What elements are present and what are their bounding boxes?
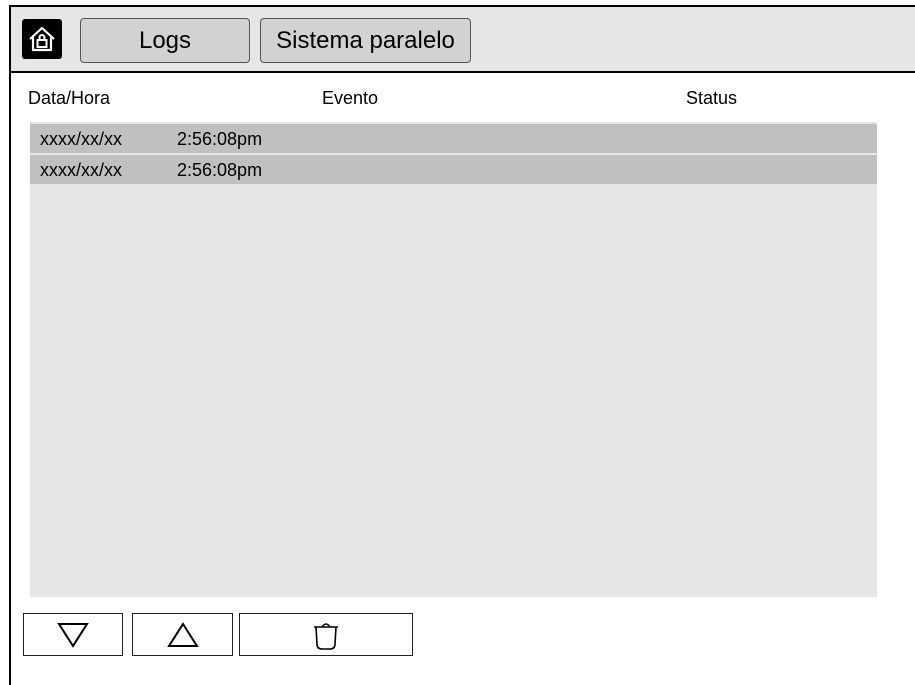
trash-icon — [314, 622, 338, 650]
scroll-down-button[interactable] — [23, 613, 123, 656]
delete-button[interactable] — [239, 613, 413, 656]
tab-logs[interactable]: Logs — [80, 18, 250, 63]
column-header-event: Evento — [322, 88, 379, 108]
row-time: 2:56:08pm — [177, 129, 263, 149]
log-list[interactable]: xxxx/xx/xx 2:56:08pm xxxx/xx/xx 2:56:08p… — [30, 122, 877, 597]
row-date: xxxx/xx/xx — [40, 129, 123, 149]
table-row[interactable]: xxxx/xx/xx 2:56:08pm — [30, 155, 877, 184]
scroll-up-button[interactable] — [132, 613, 233, 656]
top-bar: Logs Sistema paralelo — [11, 7, 915, 73]
triangle-down-icon — [57, 622, 89, 648]
home-lock-icon — [29, 26, 55, 52]
column-header-status: Status — [686, 88, 738, 108]
row-date: xxxx/xx/xx — [40, 160, 123, 180]
triangle-up-icon — [166, 621, 199, 647]
row-time: 2:56:08pm — [177, 160, 263, 180]
screen-frame: Logs Sistema paralelo Data/Hora Evento S… — [9, 5, 915, 685]
tab-sistema-paralelo-label: Sistema paralelo — [276, 26, 455, 54]
column-header-date: Data/Hora — [28, 88, 111, 108]
tab-sistema-paralelo[interactable]: Sistema paralelo — [260, 18, 471, 63]
home-button[interactable] — [22, 19, 62, 59]
tab-logs-label: Logs — [138, 26, 192, 54]
table-row[interactable]: xxxx/xx/xx 2:56:08pm — [30, 124, 877, 153]
